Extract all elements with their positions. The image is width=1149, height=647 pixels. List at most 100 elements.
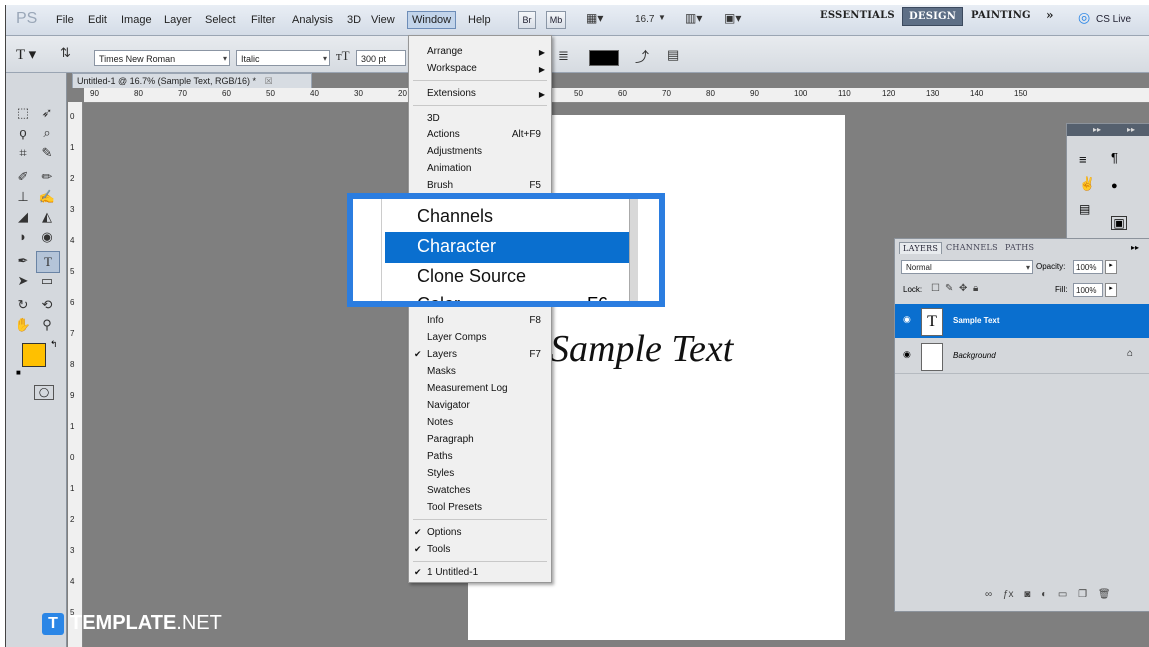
workspace-design[interactable]: DESIGN: [902, 7, 964, 26]
dodge-tool-icon[interactable]: ◉: [36, 227, 58, 247]
swatches-panel-icon[interactable]: ▤: [1079, 202, 1090, 216]
3d-rotate-tool-icon[interactable]: ↻: [12, 295, 34, 315]
foreground-color-swatch[interactable]: [22, 343, 46, 367]
quick-selection-tool-icon[interactable]: ⌕: [36, 123, 58, 143]
tab-paths[interactable]: PATHS: [1002, 242, 1037, 253]
eraser-tool-icon[interactable]: ◢: [12, 207, 34, 227]
minibridge-button[interactable]: Mb: [546, 11, 566, 29]
menu-item-arrange[interactable]: Arrange: [427, 46, 463, 57]
menu-item-actions[interactable]: Actions: [427, 129, 460, 140]
menu-item-document-untitled-1[interactable]: 1 Untitled-1: [427, 567, 478, 578]
type-tool-icon[interactable]: T: [36, 251, 60, 273]
history-brush-tool-icon[interactable]: ✍: [36, 187, 58, 207]
font-style-select[interactable]: Italic ▾: [236, 50, 330, 66]
menu-item-notes[interactable]: Notes: [427, 417, 453, 428]
menu-view[interactable]: View: [369, 13, 397, 27]
lock-image-icon[interactable]: ✎: [945, 283, 953, 294]
menu-item-adjustments[interactable]: Adjustments: [427, 146, 482, 157]
expand-icon[interactable]: ▸▸: [1093, 125, 1101, 134]
menu-item-3d[interactable]: 3D: [427, 113, 440, 124]
tab-layers[interactable]: LAYERS: [899, 242, 943, 254]
panel-menu-icon[interactable]: ▸▸: [1131, 243, 1139, 252]
document-tab[interactable]: Untitled-1 @ 16.7% (Sample Text, RGB/16)…: [72, 73, 312, 88]
layer-style-icon[interactable]: ƒx: [1003, 589, 1014, 600]
link-layers-icon[interactable]: ∞: [985, 589, 992, 600]
menu-item-workspace[interactable]: Workspace: [427, 63, 477, 74]
menu-item-swatches[interactable]: Swatches: [427, 485, 470, 496]
layer-name[interactable]: Background: [953, 351, 996, 360]
blur-tool-icon[interactable]: ◗: [12, 227, 34, 247]
layer-name[interactable]: Sample Text: [953, 316, 1000, 325]
opacity-slider-icon[interactable]: ▸: [1105, 260, 1117, 274]
visibility-eye-icon[interactable]: ◉: [903, 349, 913, 359]
menu-select[interactable]: Select: [203, 13, 238, 27]
text-color-swatch[interactable]: [589, 50, 619, 66]
character-panel-icon[interactable]: ≡: [1079, 152, 1087, 167]
adjustment-layer-icon[interactable]: ◐: [1041, 589, 1047, 600]
menu-file[interactable]: File: [54, 13, 76, 27]
eyedropper-tool-icon[interactable]: ✎: [36, 143, 58, 163]
menu-image[interactable]: Image: [119, 13, 154, 27]
cs-live-icon[interactable]: ◎: [1078, 9, 1090, 26]
move-tool-icon[interactable]: ➶: [36, 103, 58, 123]
callout-item-channels[interactable]: Channels: [417, 206, 493, 227]
canvas-sample-text[interactable]: Sample Text: [550, 327, 733, 371]
screen-mode-icon[interactable]: ▣▾: [724, 11, 741, 25]
workspace-essentials[interactable]: ESSENTIALS: [820, 10, 895, 21]
delete-layer-icon[interactable]: 🗑︎: [1098, 589, 1111, 600]
marquee-tool-icon[interactable]: ⬚: [12, 103, 34, 123]
menu-3d[interactable]: 3D: [345, 13, 363, 27]
expand-icon[interactable]: ▸▸: [1127, 125, 1135, 134]
zoom-level[interactable]: 16.7: [635, 14, 654, 25]
menu-item-brush[interactable]: Brush: [427, 180, 453, 191]
lock-transparent-icon[interactable]: ☐: [931, 283, 940, 294]
blend-mode-select[interactable]: Normal ▾: [901, 260, 1033, 274]
lock-position-icon[interactable]: ✥: [959, 283, 967, 294]
menu-item-styles[interactable]: Styles: [427, 468, 454, 479]
new-layer-icon[interactable]: ❐: [1078, 589, 1087, 600]
opacity-field[interactable]: 100%: [1073, 260, 1103, 274]
text-tool-preset-icon[interactable]: T ▾: [16, 45, 36, 64]
text-orientation-icon[interactable]: ⇅: [60, 45, 71, 61]
crop-tool-icon[interactable]: ⌗: [12, 143, 34, 163]
pen-tool-icon[interactable]: ✒: [12, 251, 34, 271]
chevron-down-icon[interactable]: ▼: [658, 13, 666, 22]
workspace-painting[interactable]: PAINTING: [971, 10, 1031, 21]
view-extras-icon[interactable]: ▦▾: [586, 11, 603, 25]
cs-live-button[interactable]: CS Live: [1096, 14, 1131, 25]
menu-item-measurement-log[interactable]: Measurement Log: [427, 383, 508, 394]
menu-item-options[interactable]: Options: [427, 527, 461, 538]
menu-item-paragraph[interactable]: Paragraph: [427, 434, 474, 445]
menu-edit[interactable]: Edit: [86, 13, 109, 27]
clone-stamp-tool-icon[interactable]: ⊥: [12, 187, 34, 207]
font-size-field[interactable]: 300 pt: [356, 50, 406, 66]
fill-slider-icon[interactable]: ▸: [1105, 283, 1117, 297]
shape-tool-icon[interactable]: ▭: [36, 271, 58, 291]
lasso-tool-icon[interactable]: ϙ: [12, 123, 34, 143]
menu-item-tools[interactable]: Tools: [427, 544, 450, 555]
warp-text-icon[interactable]: ⤴: [635, 47, 649, 67]
3d-orbit-tool-icon[interactable]: ⟲: [36, 295, 58, 315]
dock-header[interactable]: ▸▸ ▸▸: [1067, 124, 1149, 136]
menu-item-layer-comps[interactable]: Layer Comps: [427, 332, 486, 343]
menu-item-navigator[interactable]: Navigator: [427, 400, 470, 411]
healing-brush-tool-icon[interactable]: ✐: [12, 167, 34, 187]
align-right-icon[interactable]: ≣: [558, 48, 569, 64]
more-workspaces-button[interactable]: »: [1046, 8, 1054, 22]
quick-mask-icon[interactable]: ◯: [34, 385, 54, 400]
brush-tool-icon[interactable]: ✏: [36, 167, 58, 187]
font-family-select[interactable]: Times New Roman ▾: [94, 50, 230, 66]
menu-item-info[interactable]: Info: [427, 315, 444, 326]
menu-item-tool-presets[interactable]: Tool Presets: [427, 502, 482, 513]
menu-item-layers[interactable]: Layers: [427, 349, 457, 360]
close-tab-icon[interactable]: ☒: [265, 76, 273, 86]
visibility-eye-icon[interactable]: ◉: [903, 314, 913, 324]
menu-item-animation[interactable]: Animation: [427, 163, 471, 174]
color-panel-icon[interactable]: ●: [1111, 180, 1118, 192]
character-panel-toggle-icon[interactable]: ▤: [667, 47, 679, 63]
menu-help[interactable]: Help: [466, 13, 493, 27]
tab-channels[interactable]: CHANNELS: [943, 242, 1001, 253]
brush-panel-icon[interactable]: ✌: [1079, 176, 1095, 192]
lock-all-icon[interactable]: 🔒︎: [973, 283, 978, 294]
arrange-documents-icon[interactable]: ▥▾: [685, 11, 702, 25]
